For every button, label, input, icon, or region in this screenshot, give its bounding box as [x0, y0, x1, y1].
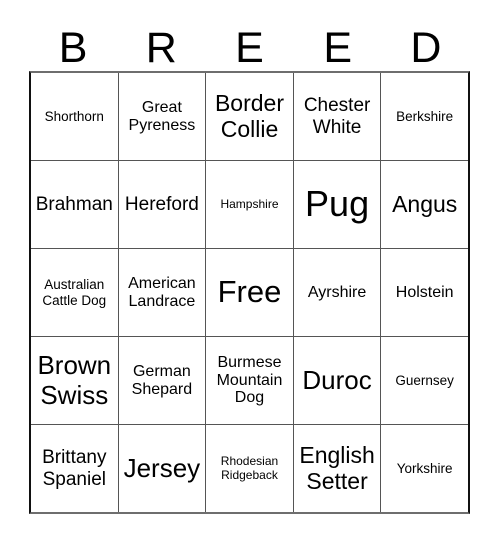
- bingo-cell-label: Shorthorn: [44, 108, 104, 124]
- bingo-cell-label: Chester White: [303, 95, 371, 138]
- bingo-cell-label: Pug: [305, 183, 370, 225]
- header-letter-4: E: [323, 24, 353, 72]
- bingo-cell[interactable]: Border Collie: [206, 73, 294, 160]
- bingo-cell[interactable]: Australian Cattle Dog: [31, 249, 119, 336]
- bingo-cell-label: Ayrshire: [307, 283, 367, 301]
- bingo-cell[interactable]: Holstein: [381, 249, 468, 336]
- bingo-cell-label: Guernsey: [395, 372, 454, 388]
- bingo-cell[interactable]: Ayrshire: [294, 249, 382, 336]
- bingo-cell-free[interactable]: Free: [206, 249, 294, 336]
- bingo-cell[interactable]: Great Pyreness: [119, 73, 207, 160]
- bingo-cell[interactable]: Brahman: [31, 161, 119, 248]
- bingo-cell-label: Burmese Mountain Dog: [216, 353, 283, 407]
- bingo-cell-label: Yorkshire: [396, 460, 453, 476]
- bingo-row: Brahman Hereford Hampshire Pug Angus: [31, 161, 468, 249]
- bingo-cell[interactable]: Brittany Spaniel: [31, 425, 119, 512]
- header-letter-2: R: [145, 24, 177, 72]
- bingo-cell-label: Brittany Spaniel: [42, 447, 107, 490]
- bingo-cell[interactable]: Shorthorn: [31, 73, 119, 160]
- bingo-cell[interactable]: English Setter: [294, 425, 382, 512]
- bingo-row: Brittany Spaniel Jersey Rhodesian Ridgeb…: [31, 425, 468, 512]
- bingo-cell[interactable]: Guernsey: [381, 337, 468, 424]
- bingo-cell-label: Free: [217, 274, 282, 310]
- bingo-cell-label: Holstein: [395, 283, 454, 301]
- bingo-cell-label: Australian Cattle Dog: [42, 277, 107, 308]
- bingo-cell[interactable]: Jersey: [119, 425, 207, 512]
- bingo-cell-label: Brown Swiss: [37, 350, 112, 410]
- bingo-cell-label: American Landrace: [128, 274, 196, 310]
- bingo-cell[interactable]: Chester White: [294, 73, 382, 160]
- bingo-header: B R E E D: [29, 14, 470, 71]
- header-letter-5: D: [410, 24, 442, 72]
- bingo-cell-label: Brahman: [35, 193, 113, 215]
- bingo-cell-label: Duroc: [302, 364, 372, 395]
- bingo-cell[interactable]: American Landrace: [119, 249, 207, 336]
- bingo-cell[interactable]: Hampshire: [206, 161, 294, 248]
- bingo-cell-label: Rhodesian Ridgeback: [220, 454, 279, 482]
- bingo-cell[interactable]: Angus: [381, 161, 468, 248]
- bingo-grid: Shorthorn Great Pyreness Border Collie C…: [29, 71, 470, 514]
- bingo-row: Australian Cattle Dog American Landrace …: [31, 249, 468, 337]
- bingo-cell[interactable]: Berkshire: [381, 73, 468, 160]
- bingo-cell-label: Angus: [392, 190, 458, 217]
- bingo-cell-label: German Shepard: [131, 362, 193, 398]
- bingo-cell[interactable]: Hereford: [119, 161, 207, 248]
- bingo-cell[interactable]: Pug: [294, 161, 382, 248]
- bingo-cell-label: Berkshire: [396, 108, 454, 124]
- bingo-cell-label: Border Collie: [214, 89, 284, 142]
- bingo-cell[interactable]: Rhodesian Ridgeback: [206, 425, 294, 512]
- bingo-row: Brown Swiss German Shepard Burmese Mount…: [31, 337, 468, 425]
- bingo-card: B R E E D Shorthorn Great Pyreness Borde…: [0, 0, 500, 544]
- bingo-cell[interactable]: Yorkshire: [381, 425, 468, 512]
- bingo-row: Shorthorn Great Pyreness Border Collie C…: [31, 73, 468, 161]
- bingo-cell-label: Hereford: [124, 193, 199, 215]
- bingo-cell[interactable]: Duroc: [294, 337, 382, 424]
- header-letter-1: B: [58, 24, 88, 72]
- bingo-cell-label: Hampshire: [220, 196, 279, 211]
- header-letter-3: E: [235, 24, 264, 72]
- bingo-cell-label: Great Pyreness: [128, 98, 196, 134]
- bingo-cell[interactable]: Burmese Mountain Dog: [206, 337, 294, 424]
- bingo-cell-label: Jersey: [123, 452, 201, 483]
- bingo-cell[interactable]: German Shepard: [119, 337, 207, 424]
- bingo-cell-label: English Setter: [299, 441, 375, 494]
- bingo-cell[interactable]: Brown Swiss: [31, 337, 119, 424]
